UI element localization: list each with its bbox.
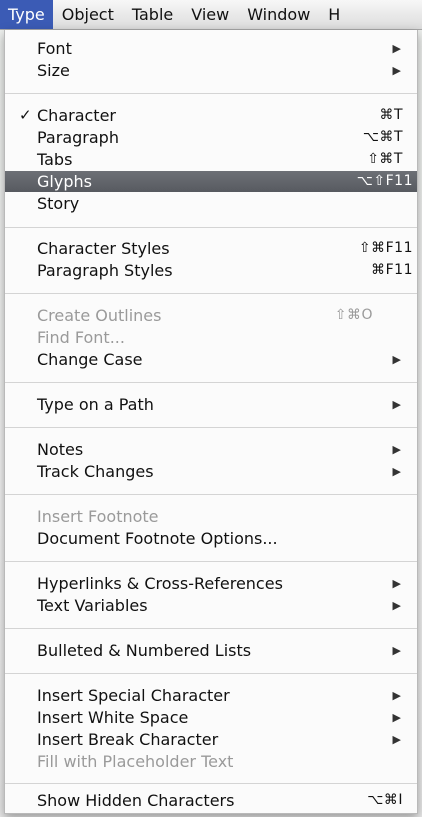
menu-separator — [5, 382, 417, 383]
menu-item-insert-footnote: Insert Footnote — [5, 506, 417, 527]
menu-item-label: Insert Footnote — [37, 507, 159, 526]
menu-item-create-outlines: Create Outlines ⇧⌘O — [5, 305, 417, 326]
shortcut-label: ⌥⌘I — [367, 792, 403, 808]
menu-item-fill-placeholder-text: Fill with Placeholder Text — [5, 751, 417, 772]
submenu-arrow-icon: ▶ — [392, 64, 401, 77]
menu-item-label: Paragraph Styles — [37, 261, 173, 280]
menu-item-label: Text Variables — [37, 596, 148, 615]
menu-item-label: Font — [37, 39, 72, 58]
checkmark-icon: ✓ — [19, 106, 32, 124]
menu-item-label: Story — [37, 194, 80, 213]
menu-separator — [5, 93, 417, 94]
submenu-arrow-icon: ▶ — [392, 644, 401, 657]
menu-item-label: Insert White Space — [37, 708, 189, 727]
menu-item-size[interactable]: Size ▶ — [5, 60, 417, 81]
menu-item-change-case[interactable]: Change Case ▶ — [5, 349, 417, 370]
menu-item-paragraph-styles[interactable]: Paragraph Styles ⌘F11 — [5, 260, 417, 281]
menu-item-label: Track Changes — [37, 462, 154, 481]
menu-item-hyperlinks-cross-references[interactable]: Hyperlinks & Cross-References ▶ — [5, 573, 417, 594]
menu-bar: Type Object Table View Window H — [0, 0, 422, 30]
submenu-arrow-icon: ▶ — [392, 711, 401, 724]
submenu-arrow-icon: ▶ — [392, 465, 401, 478]
menu-item-label: Character — [37, 106, 116, 125]
menu-item-label: Create Outlines — [37, 306, 162, 325]
menu-separator — [5, 494, 417, 495]
shortcut-label: ⇧⌘T — [367, 151, 403, 167]
submenu-arrow-icon: ▶ — [392, 577, 401, 590]
menubar-type[interactable]: Type — [0, 0, 53, 29]
menu-item-insert-break-character[interactable]: Insert Break Character ▶ — [5, 729, 417, 750]
submenu-arrow-icon: ▶ — [392, 599, 401, 612]
menu-item-notes[interactable]: Notes ▶ — [5, 439, 417, 460]
menubar-help[interactable]: H — [319, 0, 349, 29]
shortcut-label: ⌘T — [379, 107, 403, 123]
menu-item-label: Glyphs — [37, 172, 92, 191]
menu-item-label: Show Hidden Characters — [37, 791, 235, 810]
menu-item-label: Find Font... — [37, 328, 125, 347]
menu-item-label: Notes — [37, 440, 84, 459]
menu-item-insert-special-character[interactable]: Insert Special Character ▶ — [5, 685, 417, 706]
menu-item-label: Change Case — [37, 350, 143, 369]
submenu-arrow-icon: ▶ — [392, 733, 401, 746]
menu-item-type-on-a-path[interactable]: Type on a Path ▶ — [5, 394, 417, 415]
menu-item-label: Tabs — [37, 150, 73, 169]
shortcut-label: ⌥⌘T — [362, 129, 403, 145]
menu-item-label: Fill with Placeholder Text — [37, 752, 234, 771]
menu-item-label: Size — [37, 61, 70, 80]
menu-item-story[interactable]: Story — [5, 193, 417, 214]
submenu-arrow-icon: ▶ — [392, 42, 401, 55]
menu-separator — [5, 293, 417, 294]
menu-item-text-variables[interactable]: Text Variables ▶ — [5, 595, 417, 616]
shortcut-label: ⇧⌘O — [334, 307, 373, 323]
menu-item-track-changes[interactable]: Track Changes ▶ — [5, 461, 417, 482]
menu-separator — [5, 673, 417, 674]
menu-item-label: Paragraph — [37, 128, 119, 147]
menu-separator — [5, 628, 417, 629]
submenu-arrow-icon: ▶ — [392, 353, 401, 366]
menu-item-show-hidden-characters[interactable]: Show Hidden Characters ⌥⌘I — [5, 790, 417, 811]
menu-item-find-font: Find Font... — [5, 327, 417, 348]
submenu-arrow-icon: ▶ — [392, 689, 401, 702]
menu-separator — [5, 783, 417, 784]
menu-separator — [5, 427, 417, 428]
menu-item-character-styles[interactable]: Character Styles ⇧⌘F11 — [5, 238, 417, 259]
menubar-view[interactable]: View — [182, 0, 238, 29]
menu-item-label: Character Styles — [37, 239, 170, 258]
submenu-arrow-icon: ▶ — [392, 443, 401, 456]
type-menu-dropdown: Font ▶ Size ▶ ✓ Character ⌘T Paragraph ⌥… — [4, 30, 418, 814]
menu-item-font[interactable]: Font ▶ — [5, 38, 417, 59]
shortcut-label: ⇧⌘F11 — [358, 240, 413, 256]
menu-item-glyphs[interactable]: Glyphs ⌥⇧F11 — [5, 171, 417, 192]
menubar-table[interactable]: Table — [123, 0, 182, 29]
menubar-window[interactable]: Window — [238, 0, 319, 29]
menu-item-bulleted-numbered-lists[interactable]: Bulleted & Numbered Lists ▶ — [5, 640, 417, 661]
menu-item-label: Hyperlinks & Cross-References — [37, 574, 283, 593]
menu-item-document-footnote-options[interactable]: Document Footnote Options... — [5, 528, 417, 549]
menu-item-label: Document Footnote Options... — [37, 529, 278, 548]
menu-item-insert-white-space[interactable]: Insert White Space ▶ — [5, 707, 417, 728]
menu-item-paragraph[interactable]: Paragraph ⌥⌘T — [5, 127, 417, 148]
menu-item-tabs[interactable]: Tabs ⇧⌘T — [5, 149, 417, 170]
shortcut-label: ⌥⇧F11 — [356, 173, 413, 189]
menu-separator — [5, 227, 417, 228]
menubar-object[interactable]: Object — [53, 0, 123, 29]
shortcut-label: ⌘F11 — [371, 262, 413, 278]
menu-item-label: Insert Special Character — [37, 686, 230, 705]
menu-separator — [5, 561, 417, 562]
menu-item-label: Insert Break Character — [37, 730, 219, 749]
menu-item-character[interactable]: ✓ Character ⌘T — [5, 105, 417, 126]
submenu-arrow-icon: ▶ — [392, 398, 401, 411]
menu-item-label: Type on a Path — [37, 395, 154, 414]
menu-item-label: Bulleted & Numbered Lists — [37, 641, 252, 660]
